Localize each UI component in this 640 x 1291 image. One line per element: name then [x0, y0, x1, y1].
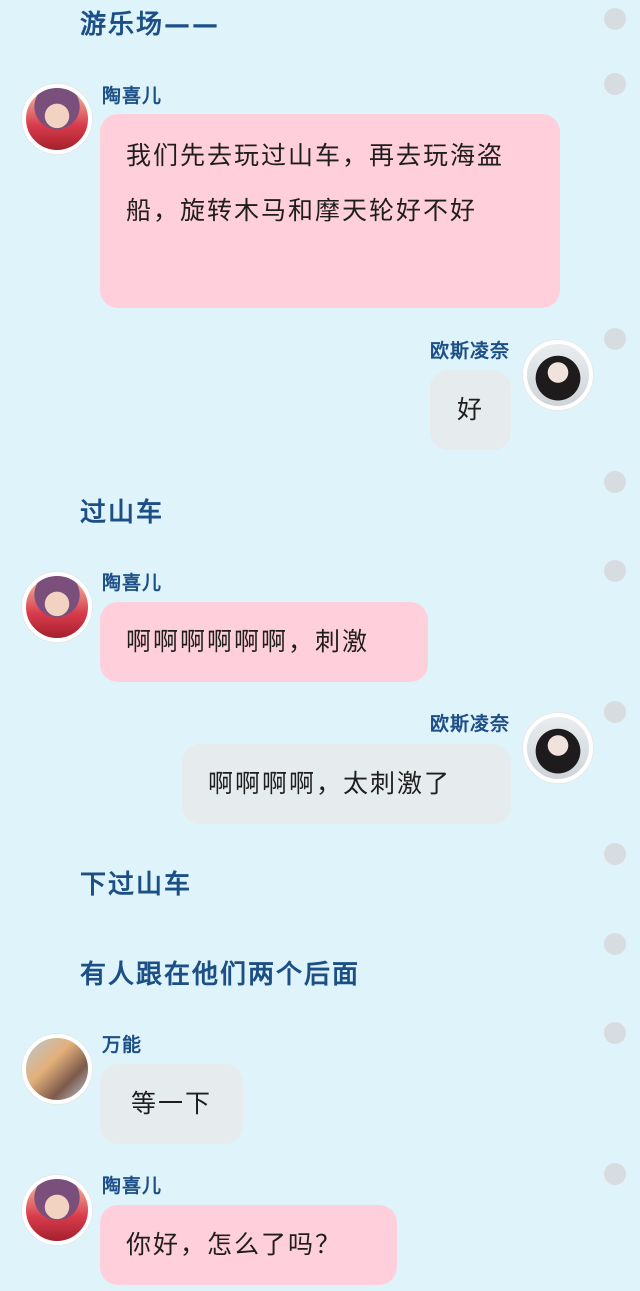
avatar-wanneng[interactable]: [22, 1034, 92, 1104]
speaker-name-tao-xier: 陶喜儿: [102, 572, 163, 594]
chat-bubble-tao-xier[interactable]: 你好，怎么了吗？: [100, 1205, 397, 1285]
speaker-name-ousi-lingnai: 欧斯凌奈: [429, 713, 510, 735]
chat-bubble-wanneng[interactable]: 等一下: [100, 1064, 243, 1144]
message-status-dot[interactable]: [604, 8, 626, 30]
narration-roller-coaster: 过山车: [80, 498, 165, 528]
narration-amusement-park: 游乐场——: [80, 10, 221, 40]
message-status-dot[interactable]: [604, 328, 626, 350]
message-status-dot[interactable]: [604, 1022, 626, 1044]
message-status-dot[interactable]: [604, 1163, 626, 1185]
speaker-name-tao-xier: 陶喜儿: [102, 1175, 163, 1197]
speaker-name-ousi-lingnai: 欧斯凌奈: [429, 340, 510, 362]
avatar-tao-xier[interactable]: [22, 84, 92, 154]
avatar-ousi-lingnai[interactable]: [523, 713, 593, 783]
message-status-dot[interactable]: [604, 560, 626, 582]
chat-bubble-ousi-lingnai[interactable]: 啊啊啊啊，太刺激了: [182, 744, 511, 824]
message-status-dot[interactable]: [604, 701, 626, 723]
message-text: 好: [456, 395, 484, 424]
narration-followed: 有人跟在他们两个后面: [80, 960, 361, 990]
avatar-ousi-lingnai[interactable]: [523, 340, 593, 410]
narration-get-off-coaster: 下过山车: [80, 870, 193, 900]
message-status-dot[interactable]: [604, 471, 626, 493]
avatar-tao-xier[interactable]: [22, 1175, 92, 1245]
message-text: 等一下: [130, 1089, 212, 1118]
message-text: 你好，怎么了吗？: [126, 1230, 343, 1259]
chat-bubble-tao-xier[interactable]: 我们先去玩过山车，再去玩海盗船，旋转木马和摩天轮好不好: [100, 114, 560, 308]
message-text: 我们先去玩过山车，再去玩海盗船，旋转木马和摩天轮好不好: [126, 141, 505, 225]
speaker-name-wanneng: 万能: [102, 1034, 143, 1056]
message-text: 啊啊啊啊，太刺激了: [208, 769, 452, 798]
message-status-dot[interactable]: [604, 933, 626, 955]
chat-bubble-tao-xier[interactable]: 啊啊啊啊啊啊，刺激: [100, 602, 428, 682]
message-text: 啊啊啊啊啊啊，刺激: [126, 627, 370, 656]
message-status-dot[interactable]: [604, 843, 626, 865]
speaker-name-tao-xier: 陶喜儿: [102, 85, 163, 107]
chat-bubble-ousi-lingnai[interactable]: 好: [430, 370, 511, 450]
message-status-dot[interactable]: [604, 73, 626, 95]
avatar-tao-xier[interactable]: [22, 572, 92, 642]
